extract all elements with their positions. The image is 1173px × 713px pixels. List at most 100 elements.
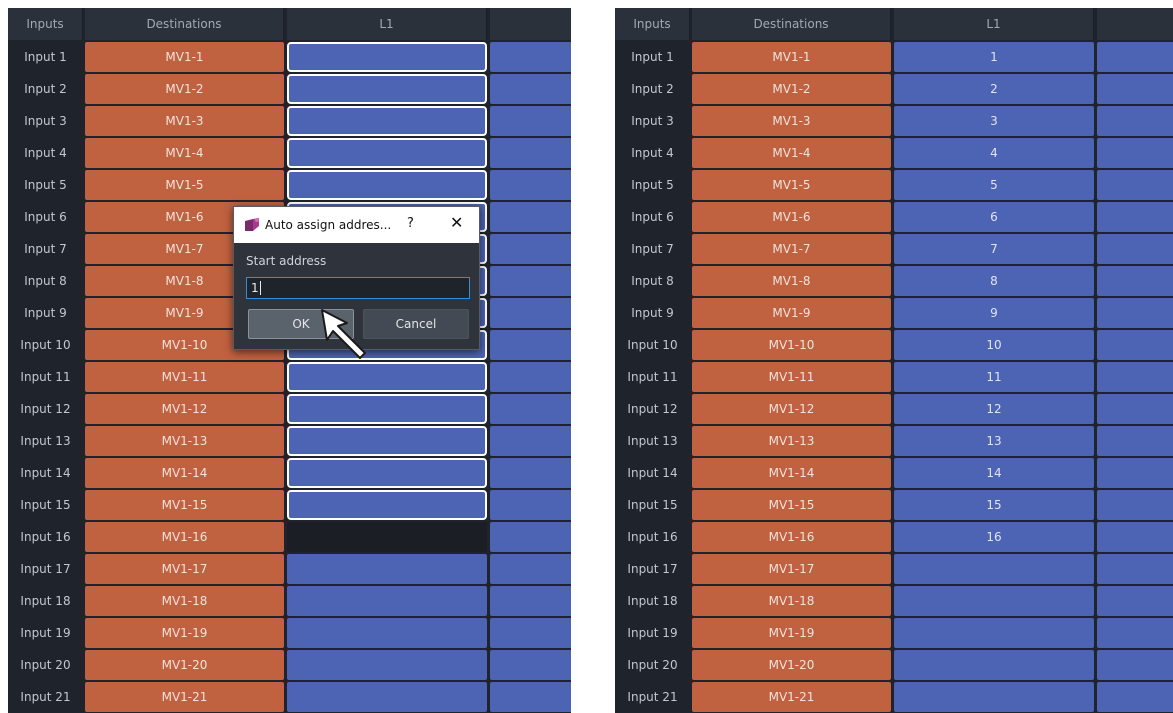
destination-cell[interactable]: MV1-6 [692,202,891,232]
level-l1-cell[interactable] [287,362,487,392]
level-next-cell[interactable] [490,650,571,680]
level-next-cell[interactable] [490,42,571,72]
level-l1-cell[interactable]: 5 [894,170,1094,200]
level-next-cell[interactable] [490,522,571,552]
level-l1-cell[interactable] [287,74,487,104]
destination-cell[interactable]: MV1-17 [692,554,891,584]
level-next-cell[interactable] [490,586,571,616]
destination-cell[interactable]: MV1-8 [692,266,891,296]
destination-cell[interactable]: MV1-2 [692,74,891,104]
level-next-cell[interactable] [490,74,571,104]
level-l1-cell[interactable] [287,554,487,584]
header-inputs[interactable]: Inputs [615,8,690,40]
level-next-cell[interactable] [1097,106,1173,136]
level-next-cell[interactable] [1097,74,1173,104]
level-l1-cell[interactable] [287,138,487,168]
level-l1-cell[interactable]: 14 [894,458,1094,488]
header-l1[interactable]: L1 [287,8,487,40]
destination-cell[interactable]: MV1-4 [692,138,891,168]
destination-cell[interactable]: MV1-14 [85,458,284,488]
level-l1-cell[interactable]: 6 [894,202,1094,232]
level-next-cell[interactable] [1097,682,1173,712]
cancel-button[interactable]: Cancel [363,309,469,339]
level-next-cell[interactable] [1097,426,1173,456]
level-l1-cell[interactable] [287,618,487,648]
level-next-cell[interactable] [490,394,571,424]
destination-cell[interactable]: MV1-5 [85,170,284,200]
level-l1-cell[interactable] [894,618,1094,648]
dialog-title-bar[interactable]: Auto assign addres... ? ✕ [234,207,479,243]
destination-cell[interactable]: MV1-21 [692,682,891,712]
destination-cell[interactable]: MV1-20 [85,650,284,680]
level-l1-cell[interactable]: 2 [894,74,1094,104]
level-next-cell[interactable] [490,266,571,296]
level-next-cell[interactable] [1097,586,1173,616]
level-next-cell[interactable] [1097,650,1173,680]
level-next-cell[interactable] [490,618,571,648]
destination-cell[interactable]: MV1-11 [692,362,891,392]
destination-cell[interactable]: MV1-11 [85,362,284,392]
level-next-cell[interactable] [1097,234,1173,264]
destination-cell[interactable]: MV1-15 [692,490,891,520]
level-next-cell[interactable] [1097,266,1173,296]
level-next-cell[interactable] [490,234,571,264]
level-l1-cell[interactable]: 15 [894,490,1094,520]
destination-cell[interactable]: MV1-10 [692,330,891,360]
level-l1-cell[interactable]: 9 [894,298,1094,328]
level-next-cell[interactable] [1097,42,1173,72]
destination-cell[interactable]: MV1-2 [85,74,284,104]
level-l1-cell[interactable] [287,170,487,200]
header-next-column[interactable] [1097,8,1173,40]
level-next-cell[interactable] [1097,394,1173,424]
level-l1-cell[interactable] [287,106,487,136]
level-l1-cell[interactable] [287,522,487,552]
level-next-cell[interactable] [490,202,571,232]
destination-cell[interactable]: MV1-19 [85,618,284,648]
level-l1-cell[interactable] [287,682,487,712]
level-l1-cell[interactable] [287,394,487,424]
level-next-cell[interactable] [1097,490,1173,520]
level-next-cell[interactable] [490,490,571,520]
destination-cell[interactable]: MV1-5 [692,170,891,200]
level-l1-cell[interactable]: 4 [894,138,1094,168]
level-next-cell[interactable] [490,106,571,136]
destination-cell[interactable]: MV1-12 [692,394,891,424]
level-next-cell[interactable] [490,554,571,584]
level-next-cell[interactable] [490,458,571,488]
level-l1-cell[interactable]: 16 [894,522,1094,552]
level-next-cell[interactable] [490,298,571,328]
level-l1-cell[interactable]: 10 [894,330,1094,360]
destination-cell[interactable]: MV1-18 [85,586,284,616]
level-next-cell[interactable] [1097,618,1173,648]
destination-cell[interactable]: MV1-3 [85,106,284,136]
header-l1[interactable]: L1 [894,8,1094,40]
destination-cell[interactable]: MV1-16 [692,522,891,552]
level-next-cell[interactable] [1097,330,1173,360]
destination-cell[interactable]: MV1-20 [692,650,891,680]
level-l1-cell[interactable] [287,426,487,456]
destination-cell[interactable]: MV1-13 [85,426,284,456]
level-l1-cell[interactable] [894,650,1094,680]
level-next-cell[interactable] [1097,170,1173,200]
level-next-cell[interactable] [1097,202,1173,232]
level-l1-cell[interactable] [287,650,487,680]
header-destinations[interactable]: Destinations [85,8,284,40]
level-next-cell[interactable] [1097,298,1173,328]
level-l1-cell[interactable]: 7 [894,234,1094,264]
close-icon[interactable]: ✕ [450,213,463,232]
destination-cell[interactable]: MV1-15 [85,490,284,520]
level-l1-cell[interactable]: 8 [894,266,1094,296]
destination-cell[interactable]: MV1-7 [692,234,891,264]
destination-cell[interactable]: MV1-1 [692,42,891,72]
destination-cell[interactable]: MV1-1 [85,42,284,72]
destination-cell[interactable]: MV1-21 [85,682,284,712]
destination-cell[interactable]: MV1-19 [692,618,891,648]
level-l1-cell[interactable] [287,586,487,616]
level-next-cell[interactable] [1097,522,1173,552]
level-next-cell[interactable] [490,138,571,168]
level-l1-cell[interactable] [894,586,1094,616]
level-l1-cell[interactable] [894,554,1094,584]
level-next-cell[interactable] [1097,362,1173,392]
destination-cell[interactable]: MV1-14 [692,458,891,488]
level-next-cell[interactable] [1097,458,1173,488]
